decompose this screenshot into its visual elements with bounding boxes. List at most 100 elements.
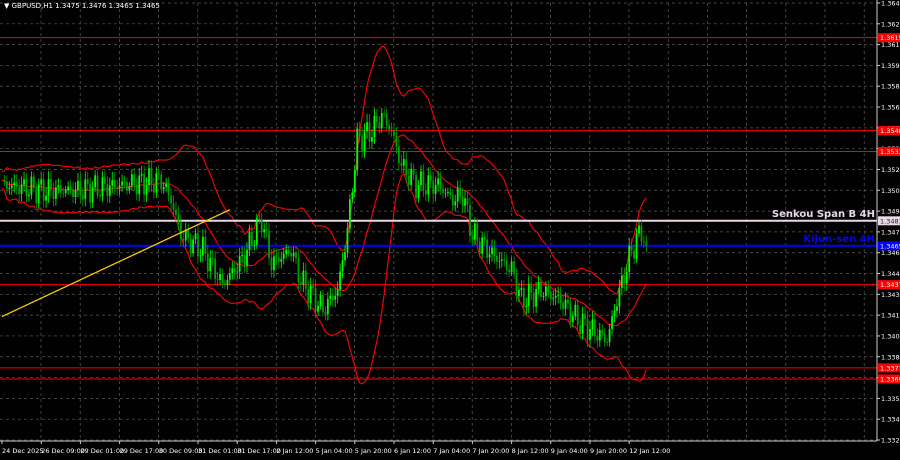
candle-body [182, 239, 185, 241]
candle-body [64, 190, 67, 194]
candle-body [616, 306, 618, 311]
price-tag-label: 1.3377 [880, 364, 900, 372]
candle-body [375, 115, 378, 123]
candle-body [72, 189, 74, 197]
candle-body [402, 159, 405, 166]
candle-body [297, 258, 300, 283]
x-tick-label: 29 Dec 17:00 [120, 447, 164, 455]
candle-body [192, 239, 194, 254]
candle-body [537, 281, 540, 290]
x-tick-label: 30 Dec 09:00 [159, 447, 203, 455]
candle-body [179, 222, 182, 240]
candle-body [545, 286, 547, 297]
candle-body [505, 260, 508, 270]
candle-body [542, 296, 545, 298]
candle-body [393, 130, 395, 136]
candle-body [236, 271, 239, 273]
candle-body [341, 260, 344, 272]
candle-body [630, 245, 633, 251]
candle-body [395, 135, 398, 147]
candle-body [410, 168, 413, 185]
candle-body [596, 336, 599, 341]
candle-body [255, 218, 258, 246]
candle-body [339, 271, 341, 290]
candle-body [94, 175, 96, 188]
collapse-arrow-icon[interactable]: ▼ [4, 2, 9, 10]
candle-body [187, 229, 190, 239]
candle-body [368, 122, 371, 142]
y-tick-label: 1.3325 [881, 437, 900, 445]
candle-body [336, 289, 339, 296]
candle-body [571, 316, 574, 323]
candle-body [576, 304, 579, 326]
price-tag-label: 1.3483 [880, 217, 900, 225]
y-tick-label: 1.3580 [881, 83, 900, 91]
candle-body [373, 115, 376, 138]
y-tick-label: 1.3610 [881, 41, 900, 49]
candle-body [3, 180, 6, 182]
candle-body [385, 113, 388, 126]
candle-body [140, 173, 143, 176]
x-tick-label: 7 Jan 04:00 [433, 447, 470, 455]
candle-body [346, 228, 349, 253]
candle-body [532, 292, 535, 307]
candle-body [437, 178, 439, 185]
candle-body [510, 261, 513, 273]
candle-body [434, 184, 437, 194]
candle-body [569, 303, 572, 323]
price-tag-label: 1.3437 [880, 281, 900, 289]
level-name-label: Kijun-sen 4H [803, 234, 875, 245]
candle-body [309, 285, 312, 304]
candle-body [287, 249, 290, 254]
candle-body [253, 245, 256, 246]
y-tick-label: 1.3400 [881, 332, 900, 340]
candle-body [312, 285, 315, 288]
y-tick-label: 1.3475 [881, 228, 900, 236]
candle-body [104, 177, 106, 184]
candle-body [447, 192, 449, 193]
x-tick-label: 29 Dec 01:00 [80, 447, 124, 455]
candle-body [383, 113, 386, 114]
x-tick-label: 9 Jan 20:00 [590, 447, 627, 455]
candle-body [302, 270, 305, 285]
candle-body [589, 329, 591, 340]
candle-body [118, 185, 121, 189]
level-name-label: Senkou Span B 4H [772, 209, 875, 220]
candle-body [160, 174, 163, 190]
candle-body [243, 254, 246, 266]
ohlc-readout: 1.3475 1.3476 1.3465 1.3465 [55, 2, 160, 10]
candle-body [469, 204, 471, 237]
candle-body [202, 236, 204, 256]
candle-body [398, 146, 400, 163]
candle-body [461, 196, 464, 206]
candle-body [6, 181, 8, 189]
candle-body [226, 279, 229, 286]
price-chart[interactable]: 1.3640 1.3625 1.3610 1.3595 1.3580 1.3565 1.35… [0, 0, 900, 460]
candle-body [224, 283, 226, 286]
candle-body [473, 223, 476, 240]
candle-body [268, 231, 270, 258]
candle-body [260, 219, 263, 233]
candle-body [74, 189, 77, 197]
candle-body [522, 287, 525, 308]
candle-body [28, 194, 30, 197]
candle-body [476, 223, 479, 242]
candle-body [371, 137, 373, 142]
candle-body [439, 178, 442, 189]
candle-body [603, 333, 606, 342]
candle-body [79, 180, 82, 196]
candle-body [273, 256, 275, 271]
candle-body [500, 259, 503, 261]
candle-body [380, 113, 383, 129]
candle-body [204, 236, 207, 254]
x-tick-label: 6 Jan 12:00 [394, 447, 431, 455]
candle-body [285, 249, 288, 254]
candle-body [69, 186, 72, 190]
candle-body [221, 273, 224, 284]
candle-body [483, 237, 486, 240]
candle-body [363, 131, 366, 151]
candle-body [91, 187, 94, 203]
candle-body [579, 325, 582, 334]
candle-body [77, 180, 79, 190]
candle-body [23, 179, 25, 185]
